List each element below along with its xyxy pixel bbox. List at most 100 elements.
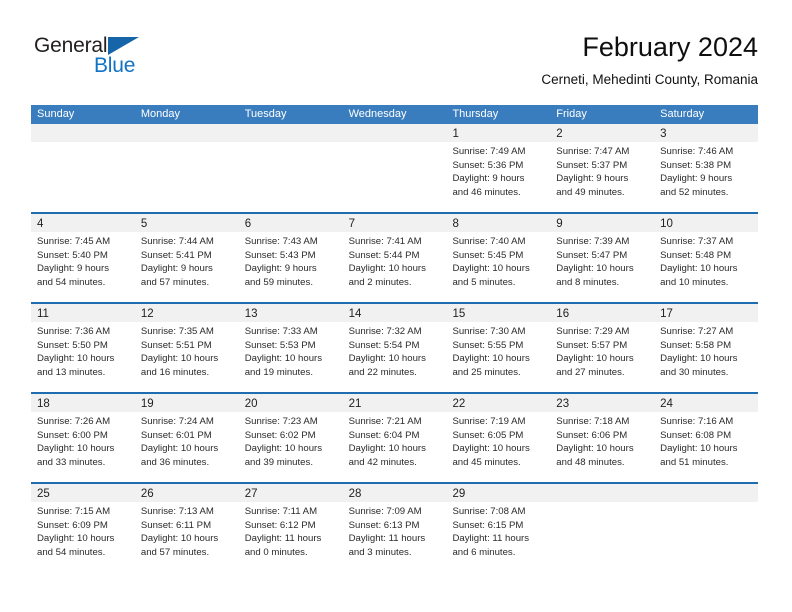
calendar-day-cell[interactable]: 3 Sunrise: 7:46 AM Sunset: 5:38 PM Daylight… (654, 124, 759, 212)
calendar-day-cell[interactable]: 16 Sunrise: 7:29 AM Sunset: 5:57 PM Dayligh… (550, 304, 655, 392)
sunrise-text: Sunrise: 7:19 AM (452, 416, 526, 427)
sunrise-text: Sunrise: 7:18 AM (556, 416, 630, 427)
day-sun-info: Sunrise: 7:16 AM Sunset: 6:08 PM Daylight:… (654, 412, 758, 469)
calendar-day-cell[interactable]: 21 Sunrise: 7:21 AM Sunset: 6:04 PM Dayligh… (342, 394, 447, 482)
daylight-text-line2: and 19 minutes. (244, 366, 313, 378)
day-number: 9 (556, 218, 563, 230)
calendar-day-cell[interactable]: 8 Sunrise: 7:40 AM Sunset: 5:45 PM Daylight… (446, 214, 551, 302)
sunset-text: Sunset: 5:58 PM (660, 339, 732, 351)
daylight-text-line2: and 52 minutes. (660, 186, 729, 198)
calendar-day-cell[interactable]: 27 Sunrise: 7:11 AM Sunset: 6:12 PM Dayligh… (238, 484, 343, 572)
daylight-text-line1: Daylight: 9 hours (660, 173, 733, 185)
calendar-day-cell[interactable]: 7 Sunrise: 7:41 AM Sunset: 5:44 PM Daylight… (342, 214, 447, 302)
daylight-text-line2: and 39 minutes. (244, 456, 313, 468)
calendar-day-cell[interactable]: 17 Sunrise: 7:27 AM Sunset: 5:58 PM Dayligh… (654, 304, 759, 392)
calendar-day-cell[interactable]: 26 Sunrise: 7:13 AM Sunset: 6:11 PM Dayligh… (134, 484, 239, 572)
calendar-day-cell[interactable]: 9 Sunrise: 7:39 AM Sunset: 5:47 PM Daylight… (550, 214, 655, 302)
daylight-text-line2: and 49 minutes. (556, 186, 625, 198)
daylight-text-line1: Daylight: 10 hours (660, 263, 738, 275)
calendar-week-row: 11 Sunrise: 7:36 AM Sunset: 5:50 PM Dayligh… (31, 302, 759, 392)
day-sun-info: Sunrise: 7:13 AM Sunset: 6:11 PM Daylight:… (135, 502, 239, 559)
calendar-day-cell[interactable]: 28 Sunrise: 7:09 AM Sunset: 6:13 PM Dayligh… (342, 484, 447, 572)
calendar-day-cell[interactable]: 13 Sunrise: 7:33 AM Sunset: 5:53 PM Dayligh… (238, 304, 343, 392)
day-number: 10 (660, 218, 673, 230)
daylight-text-line1: Daylight: 10 hours (140, 533, 219, 545)
daylight-text-line2: and 46 minutes. (452, 186, 521, 198)
day-sun-info: Sunrise: 7:43 AM Sunset: 5:43 PM Daylight:… (239, 232, 343, 289)
daylight-text-line2: and 16 minutes. (140, 366, 210, 378)
daylight-text-line1: Daylight: 9 hours (556, 173, 629, 185)
sunrise-text: Sunrise: 7:08 AM (452, 506, 526, 517)
sunrise-text: Sunrise: 7:15 AM (37, 506, 111, 517)
calendar-day-cell[interactable]: 23 Sunrise: 7:18 AM Sunset: 6:06 PM Dayligh… (550, 394, 655, 482)
sunset-text: Sunset: 5:51 PM (140, 339, 212, 351)
sunrise-text: Sunrise: 7:16 AM (660, 416, 734, 427)
sunset-text: Sunset: 6:00 PM (37, 429, 108, 441)
daylight-text-line2: and 27 minutes. (556, 366, 625, 378)
sunset-text: Sunset: 6:12 PM (244, 519, 316, 531)
day-number-band: 19 (134, 394, 239, 412)
sunset-text: Sunset: 6:15 PM (452, 519, 524, 531)
calendar-day-cell[interactable]: 15 Sunrise: 7:30 AM Sunset: 5:55 PM Dayligh… (446, 304, 551, 392)
sunset-text: Sunset: 5:55 PM (452, 339, 524, 351)
day-sun-info: Sunrise: 7:36 AM Sunset: 5:50 PM Daylight:… (31, 322, 135, 379)
calendar-day-cell[interactable]: 19 Sunrise: 7:24 AM Sunset: 6:01 PM Dayligh… (134, 394, 239, 482)
sunset-text: Sunset: 5:45 PM (452, 249, 524, 261)
sunset-text: Sunset: 5:53 PM (244, 339, 316, 351)
daylight-text-line1: Daylight: 10 hours (244, 443, 323, 455)
calendar-day-cell[interactable]: 6 Sunrise: 7:43 AM Sunset: 5:43 PM Daylight… (238, 214, 343, 302)
calendar-day-cell[interactable]: 24 Sunrise: 7:16 AM Sunset: 6:08 PM Dayligh… (654, 394, 759, 482)
daylight-text-line1: Daylight: 10 hours (37, 533, 115, 545)
day-number-band: 22 (446, 394, 551, 412)
logo-triangle-icon (108, 37, 139, 55)
title-block: February 2024 Cerneti, Mehedinti County,… (541, 30, 758, 90)
calendar-day-cell[interactable]: 4 Sunrise: 7:45 AM Sunset: 5:40 PM Daylight… (31, 214, 135, 302)
calendar-day-cell[interactable]: 25 Sunrise: 7:15 AM Sunset: 6:09 PM Dayligh… (31, 484, 135, 572)
sunrise-text: Sunrise: 7:49 AM (452, 146, 526, 157)
sunset-text: Sunset: 5:47 PM (556, 249, 628, 261)
sunrise-text: Sunrise: 7:45 AM (37, 236, 111, 247)
day-number: 11 (37, 308, 49, 320)
sunset-text: Sunset: 5:36 PM (452, 159, 524, 171)
day-number: 19 (140, 398, 154, 410)
weekday-header-monday: Monday (140, 108, 180, 120)
day-number-band: 8 (446, 214, 551, 232)
calendar-day-cell[interactable]: 1 Sunrise: 7:49 AM Sunset: 5:36 PM Daylight… (446, 124, 551, 212)
calendar-empty-cell (134, 124, 239, 212)
daylight-text-line1: Daylight: 10 hours (37, 443, 115, 455)
daylight-text-line2: and 3 minutes. (348, 546, 412, 558)
daylight-text-line1: Daylight: 11 hours (348, 533, 426, 545)
calendar-day-cell[interactable]: 5 Sunrise: 7:44 AM Sunset: 5:41 PM Daylight… (134, 214, 239, 302)
daylight-text-line2: and 42 minutes. (348, 456, 417, 468)
day-sun-info: Sunrise: 7:08 AM Sunset: 6:15 PM Daylight:… (446, 502, 550, 559)
page-header: General Blue February 2024 Cerneti, Mehe… (34, 30, 758, 98)
day-sun-info: Sunrise: 7:11 AM Sunset: 6:12 PM Daylight:… (239, 502, 343, 559)
day-number: 29 (452, 488, 466, 500)
day-number: 26 (140, 488, 154, 500)
day-sun-info: Sunrise: 7:37 AM Sunset: 5:48 PM Daylight:… (654, 232, 758, 289)
weekday-header-thursday: Thursday (452, 108, 499, 120)
calendar-day-cell[interactable]: 14 Sunrise: 7:32 AM Sunset: 5:54 PM Dayligh… (342, 304, 447, 392)
daylight-text-line2: and 45 minutes. (452, 456, 521, 468)
day-sun-info: Sunrise: 7:41 AM Sunset: 5:44 PM Daylight:… (343, 232, 447, 289)
calendar-day-cell[interactable]: 20 Sunrise: 7:23 AM Sunset: 6:02 PM Dayligh… (238, 394, 343, 482)
day-number-band: 16 (550, 304, 655, 322)
sunset-text: Sunset: 5:43 PM (244, 249, 316, 261)
sunrise-text: Sunrise: 7:24 AM (140, 416, 214, 427)
calendar-day-cell[interactable]: 29 Sunrise: 7:08 AM Sunset: 6:15 PM Dayligh… (446, 484, 551, 572)
calendar-day-cell[interactable]: 11 Sunrise: 7:36 AM Sunset: 5:50 PM Dayligh… (31, 304, 135, 392)
day-number-band: 18 (31, 394, 135, 412)
sunset-text: Sunset: 6:02 PM (244, 429, 316, 441)
calendar-day-cell[interactable]: 10 Sunrise: 7:37 AM Sunset: 5:48 PM Dayligh… (654, 214, 759, 302)
day-number: 7 (348, 218, 355, 230)
calendar-day-cell[interactable]: 12 Sunrise: 7:35 AM Sunset: 5:51 PM Dayligh… (134, 304, 239, 392)
day-number-band (342, 124, 447, 142)
sunset-text: Sunset: 6:05 PM (452, 429, 524, 441)
daylight-text-line2: and 54 minutes. (37, 546, 106, 558)
day-number: 4 (37, 218, 44, 230)
daylight-text-line2: and 36 minutes. (140, 456, 210, 468)
calendar-day-cell[interactable]: 2 Sunrise: 7:47 AM Sunset: 5:37 PM Daylight… (550, 124, 655, 212)
calendar-day-cell[interactable]: 18 Sunrise: 7:26 AM Sunset: 6:00 PM Dayligh… (31, 394, 135, 482)
calendar-day-cell[interactable]: 22 Sunrise: 7:19 AM Sunset: 6:05 PM Dayligh… (446, 394, 551, 482)
sunrise-text: Sunrise: 7:44 AM (140, 236, 214, 247)
